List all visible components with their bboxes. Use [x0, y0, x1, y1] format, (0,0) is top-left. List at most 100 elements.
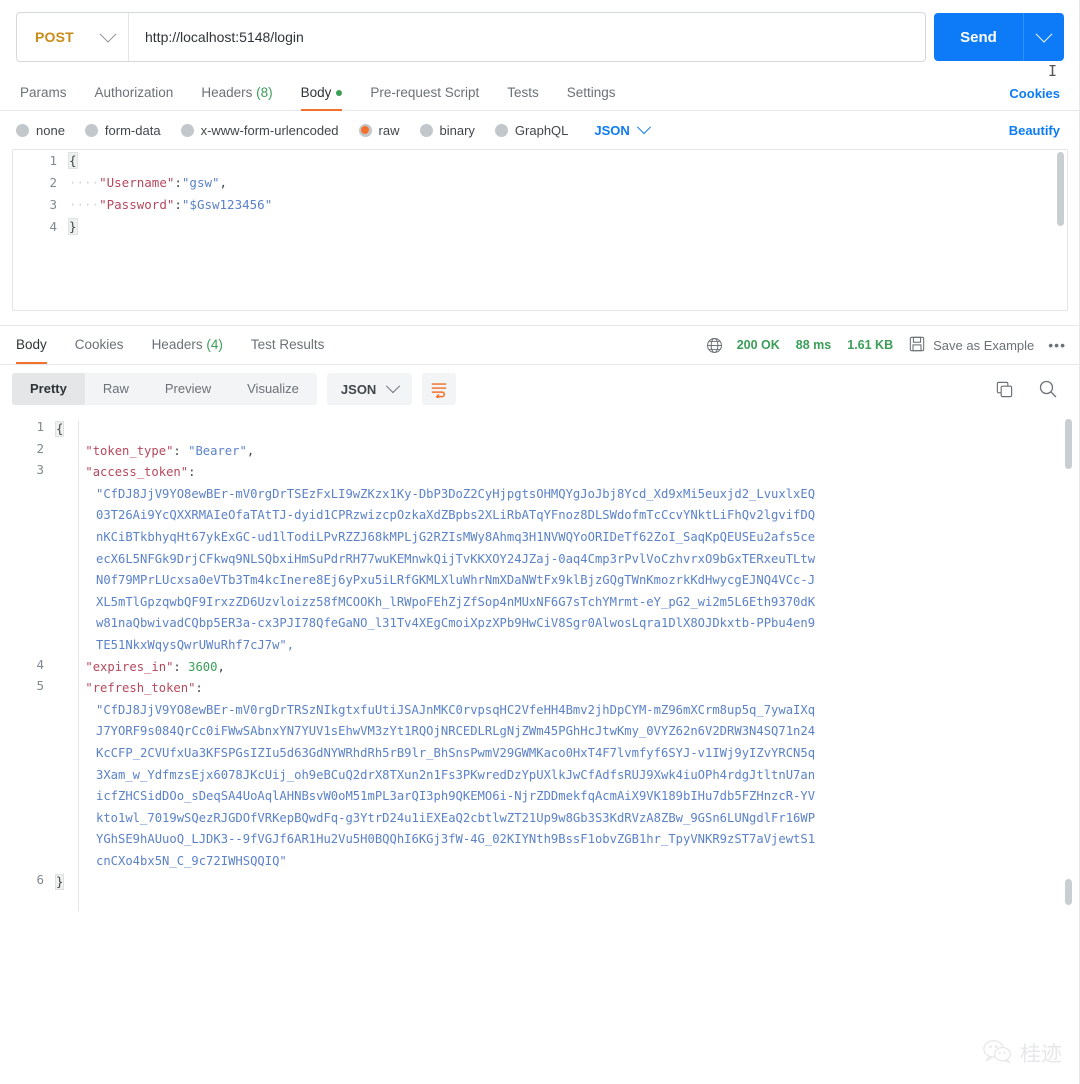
body-type-graphql[interactable]: GraphQL	[494, 122, 569, 138]
json-key: "expires_in"	[85, 659, 174, 674]
http-method-select[interactable]: POST	[17, 13, 129, 61]
gutter-divider	[78, 421, 79, 911]
close-brace: }	[54, 874, 65, 891]
response-tab-test-results[interactable]: Test Results	[237, 326, 339, 364]
body-type-form-data[interactable]: form-data	[84, 123, 161, 138]
body-type-urlencoded[interactable]: x-www-form-urlencoded	[180, 123, 339, 138]
tab-authorization[interactable]: Authorization	[81, 76, 188, 110]
wrap-lines-toggle[interactable]	[422, 373, 457, 405]
send-options-caret[interactable]	[1023, 13, 1064, 61]
view-mode-visualize[interactable]: Visualize	[229, 373, 317, 405]
tab-label: Pre-request Script	[370, 85, 480, 100]
token-wrap-line: kto1wl_7019wSQezRJGDOfVRKepBQwdFq-g3YtrD…	[96, 810, 816, 825]
response-format-select[interactable]: JSON	[326, 373, 413, 405]
response-status-group: 200 OK 88 ms 1.61 KB Save as Example •••	[706, 336, 1070, 355]
token-wrap-line: cnCXo4bx5N_C_9c72IWHSQQIQ"	[96, 853, 287, 868]
json-value: "Bearer"	[188, 443, 247, 458]
headers-count: (8)	[256, 85, 273, 100]
body-type-binary[interactable]: binary	[419, 123, 475, 138]
json-colon: :	[174, 175, 182, 190]
globe-icon	[706, 337, 723, 354]
line-content: }	[54, 872, 1080, 894]
radio-icon	[84, 123, 98, 137]
url-input[interactable]	[129, 13, 925, 61]
chevron-down-icon	[636, 120, 651, 135]
chevron-down-icon	[1035, 25, 1053, 43]
indent-guide: ····	[69, 197, 100, 212]
code-line: 6 }	[0, 872, 1080, 894]
tab-body[interactable]: Body	[287, 76, 357, 111]
request-code: 1 { 2 ····"Username":"gsw", 3 ····"Passw…	[13, 150, 1067, 238]
response-tab-cookies[interactable]: Cookies	[61, 326, 138, 364]
tab-label: Authorization	[94, 85, 174, 100]
view-mode-raw[interactable]: Raw	[85, 373, 147, 405]
tab-settings[interactable]: Settings	[553, 76, 630, 110]
request-tabs: Params Authorization Headers (8) Body Pr…	[0, 76, 1080, 111]
tab-headers[interactable]: Headers (8)	[187, 76, 286, 110]
response-scrollbar-bottom[interactable]	[1065, 879, 1072, 905]
wechat-icon	[983, 1039, 1013, 1067]
tab-label: Params	[20, 85, 67, 100]
body-type-none[interactable]: none	[16, 123, 65, 138]
response-body-viewer[interactable]: 1 { 2 "token_type": "Bearer", 3 "access_…	[0, 413, 1080, 929]
raw-format-label: JSON	[594, 122, 630, 138]
save-as-example-button[interactable]: Save as Example	[909, 336, 1034, 355]
line-content: }	[68, 216, 1067, 238]
code-line: 4 }	[13, 216, 1067, 238]
tab-label: Headers	[151, 337, 203, 352]
request-body-editor[interactable]: 1 { 2 ····"Username":"gsw", 3 ····"Passw…	[12, 149, 1068, 311]
json-key: "token_type"	[85, 443, 174, 458]
save-icon	[909, 336, 925, 355]
response-toolbar: Pretty Raw Preview Visualize JSON	[0, 365, 1080, 413]
send-button-group: Send	[934, 13, 1064, 61]
line-content: ····"Username":"gsw",	[69, 172, 1067, 194]
tab-params[interactable]: Params	[16, 76, 81, 110]
json-comma: ,	[246, 443, 255, 458]
token-wrap-line: KcCFP_2CVUfxUa3KFSPGsIZIu5d63GdNYWRhdRh5…	[96, 745, 816, 760]
cookies-link[interactable]: Cookies	[1009, 86, 1064, 101]
response-tab-headers[interactable]: Headers (4)	[138, 326, 237, 364]
indent-guide: ····	[69, 175, 100, 190]
token-wrap-line: XL5mTlGpzqwbQF9IrxzZD6Uzvloizz58fMCOOKh_…	[96, 594, 816, 609]
body-type-label: none	[36, 122, 65, 138]
view-mode-pretty[interactable]: Pretty	[12, 373, 85, 405]
radio-icon	[16, 123, 29, 137]
json-value: "$Gsw123456"	[181, 197, 273, 212]
line-number: 2	[49, 175, 57, 190]
copy-icon[interactable]	[995, 380, 1014, 399]
radio-selected-icon	[358, 123, 372, 137]
json-key: "access_token"	[85, 465, 189, 480]
body-type-label: GraphQL	[514, 122, 569, 138]
view-mode-preview[interactable]: Preview	[147, 373, 229, 405]
response-tool-icons	[995, 379, 1068, 399]
line-content: {	[54, 419, 1080, 441]
beautify-button[interactable]: Beautify	[1009, 123, 1064, 138]
response-tab-body[interactable]: Body	[16, 326, 61, 364]
url-bar: POST Send	[0, 0, 1080, 62]
token-wrap-line: w81naQbwivadCQbp5ER3a-cx3PJI78QfeGaNO_l3…	[96, 616, 816, 631]
code-line: 5 "refresh_token":	[0, 678, 1080, 700]
send-button[interactable]: Send	[934, 13, 1023, 61]
raw-format-select[interactable]: JSON	[594, 120, 651, 138]
headers-count: (4)	[206, 337, 223, 352]
tab-label: Body	[16, 337, 47, 352]
open-brace: {	[68, 152, 78, 169]
json-colon: :	[188, 465, 196, 480]
body-type-raw[interactable]: raw	[358, 123, 400, 138]
line-number: 4	[49, 219, 57, 234]
json-key: "Username"	[99, 175, 175, 190]
token-wrap-line: TE51NkxWqysQwrUWuRhf7cJ7w",	[96, 637, 295, 652]
tab-pre-request-script[interactable]: Pre-request Script	[356, 76, 493, 110]
response-scrollbar-top[interactable]	[1065, 419, 1072, 469]
editor-scrollbar[interactable]	[1057, 152, 1064, 226]
tab-label: Headers	[201, 85, 253, 100]
code-line: 4 "expires_in": 3600,	[0, 657, 1080, 679]
postman-window: POST Send Params Authorization Headers (…	[0, 0, 1080, 1084]
tab-label: Cookies	[74, 337, 124, 352]
body-modified-dot-icon	[336, 90, 343, 97]
token-wrap-line: 03T26Ai9YcQXXRMAIeOfaTAtTJ-dyid1CPRzwizc…	[96, 508, 816, 523]
search-icon[interactable]	[1038, 379, 1058, 399]
response-more-options-icon[interactable]: •••	[1048, 337, 1070, 353]
tab-tests[interactable]: Tests	[493, 76, 553, 110]
line-number: 1	[36, 419, 44, 434]
